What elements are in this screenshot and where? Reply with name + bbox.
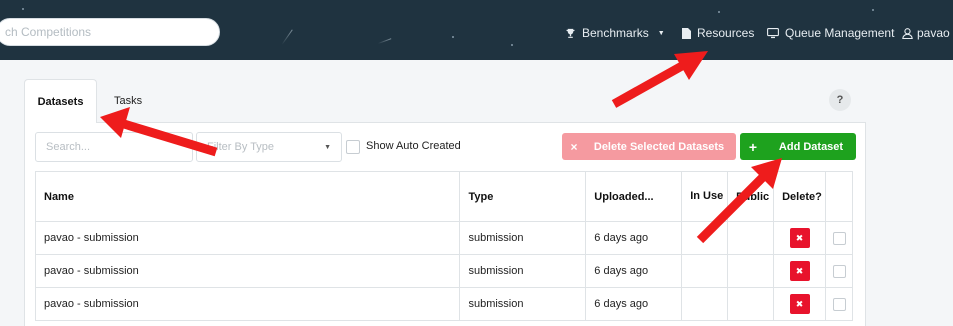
row-select-checkbox[interactable] [832,297,846,311]
table-header-row: Name Type Uploaded... In Use Public Dele… [36,172,853,222]
cell-uploaded: 6 days ago [586,222,683,254]
close-icon: × [570,139,578,154]
column-header-select [826,172,853,221]
background-star [22,8,24,10]
cell-select [826,222,853,254]
tab-tasks-label: Tasks [114,95,143,107]
show-auto-created-checkbox[interactable] [346,140,360,154]
competition-search[interactable] [0,18,220,46]
chevron-down-icon: ▼ [657,29,665,37]
tab-datasets-label: Datasets [37,95,84,108]
nav-resources-label: Resources [697,26,755,40]
filter-by-type-select[interactable]: Filter By Type ▼ [196,132,342,162]
column-header-name[interactable]: Name [36,172,461,221]
cell-public [728,255,775,287]
filter-by-type-placeholder: Filter By Type [207,141,275,153]
competition-search-input[interactable] [0,19,219,45]
delete-row-button[interactable]: ✖ [789,261,810,281]
resource-tabs: Datasets Tasks [24,79,155,123]
cell-in-use [682,222,729,254]
delete-row-button[interactable]: ✖ [789,228,810,248]
close-icon: ✖ [795,298,804,309]
tab-tasks[interactable]: Tasks [101,79,155,123]
nav-queue-management-label: Queue Management [785,26,895,40]
cell-name: pavao - submission [36,288,461,320]
background-star [718,11,720,13]
cell-in-use [682,288,729,320]
column-header-public[interactable]: Public [728,172,775,221]
nav-queue-management[interactable]: Queue Management [767,24,894,42]
cell-select [826,255,853,287]
top-navbar: Benchmarks ▼ Resources Queue Management … [0,0,953,60]
cell-delete: ✖ [774,222,827,254]
table-row[interactable]: pavao - submission submission 6 days ago… [36,288,853,321]
row-select-checkbox[interactable] [832,231,846,245]
cell-in-use [682,255,729,287]
delete-selected-datasets-label: Delete Selected Datasets [593,140,725,153]
cell-name: pavao - submission [36,222,461,254]
column-header-uploaded[interactable]: Uploaded... [586,172,683,221]
cell-public [728,222,775,254]
delete-row-button[interactable]: ✖ [789,294,810,314]
add-dataset-label: Add Dataset [778,140,844,153]
user-icon [902,27,913,39]
background-star [511,44,513,46]
cell-select [826,288,853,320]
background-streak [281,29,293,45]
nav-benchmarks[interactable]: Benchmarks ▼ [565,24,665,42]
cell-type: submission [460,222,587,254]
help-button[interactable]: ? [829,89,851,111]
nav-resources[interactable]: Resources [682,24,754,42]
background-star [872,9,874,11]
cell-name: pavao - submission [36,255,461,287]
cell-type: submission [460,288,587,320]
background-star [452,36,454,38]
nav-user-label: pavao [917,26,950,40]
plus-icon: + [748,138,758,155]
nav-benchmarks-label: Benchmarks [582,26,649,40]
dataset-search[interactable] [35,132,193,162]
trophy-icon [565,28,576,39]
cell-uploaded: 6 days ago [586,288,683,320]
show-auto-created-label: Show Auto Created [366,140,461,152]
datasets-table: Name Type Uploaded... In Use Public Dele… [35,171,853,321]
column-header-delete: Delete? [774,172,827,221]
background-streak [377,38,392,44]
row-select-checkbox[interactable] [832,264,846,278]
add-dataset-button[interactable]: + Add Dataset [740,133,856,160]
table-row[interactable]: pavao - submission submission 6 days ago… [36,255,853,288]
table-row[interactable]: pavao - submission submission 6 days ago… [36,222,853,255]
close-icon: ✖ [795,232,804,243]
close-icon: ✖ [795,265,804,276]
cell-delete: ✖ [774,255,827,287]
column-header-in-use[interactable]: In Use [682,172,729,221]
nav-user-menu[interactable]: pavao [902,24,950,42]
monitor-icon [767,27,779,39]
cell-delete: ✖ [774,288,827,320]
help-icon: ? [836,94,844,106]
dataset-search-input[interactable] [36,133,192,161]
cell-public [728,288,775,320]
cell-type: submission [460,255,587,287]
tab-datasets[interactable]: Datasets [24,79,97,123]
column-header-type[interactable]: Type [460,172,587,221]
caret-down-icon: ▼ [324,143,331,151]
cell-uploaded: 6 days ago [586,255,683,287]
file-icon [682,27,691,39]
delete-selected-datasets-button[interactable]: × Delete Selected Datasets [562,133,736,160]
